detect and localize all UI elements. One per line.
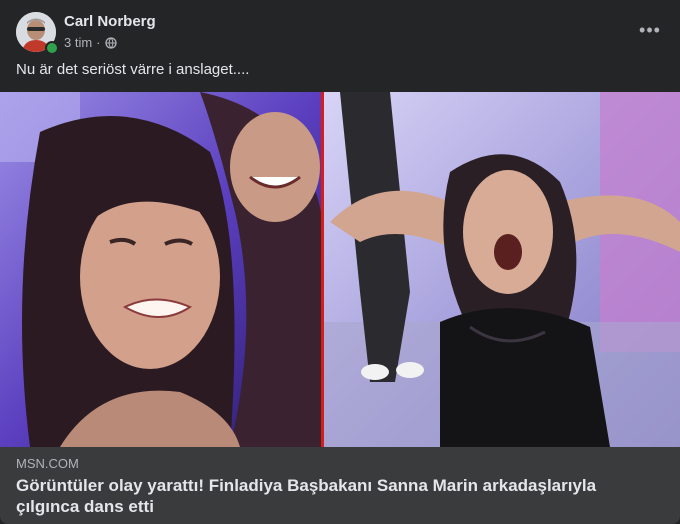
post-meta: 3 tim · — [64, 35, 117, 50]
link-headline[interactable]: Görüntüler olay yarattı! Finladiya Başba… — [16, 475, 636, 517]
post-text: Nu är det seriöst värre i anslaget.... — [16, 61, 250, 78]
post-image[interactable] — [0, 92, 680, 447]
meta-separator: · — [96, 35, 101, 50]
collage-image — [0, 92, 680, 447]
post-time[interactable]: 3 tim — [64, 35, 92, 50]
link-preview[interactable]: MSN.COM Görüntüler olay yarattı! Finladi… — [0, 447, 680, 524]
more-options-icon[interactable]: ••• — [636, 16, 664, 44]
link-domain: MSN.COM — [16, 456, 79, 471]
author-name[interactable]: Carl Norberg — [64, 13, 156, 30]
feed-post: Carl Norberg 3 tim · ••• Nu är det seriö… — [0, 0, 680, 524]
post-header: Carl Norberg 3 tim · ••• — [16, 12, 664, 55]
globe-icon[interactable] — [104, 36, 117, 49]
online-status-dot — [45, 41, 59, 55]
